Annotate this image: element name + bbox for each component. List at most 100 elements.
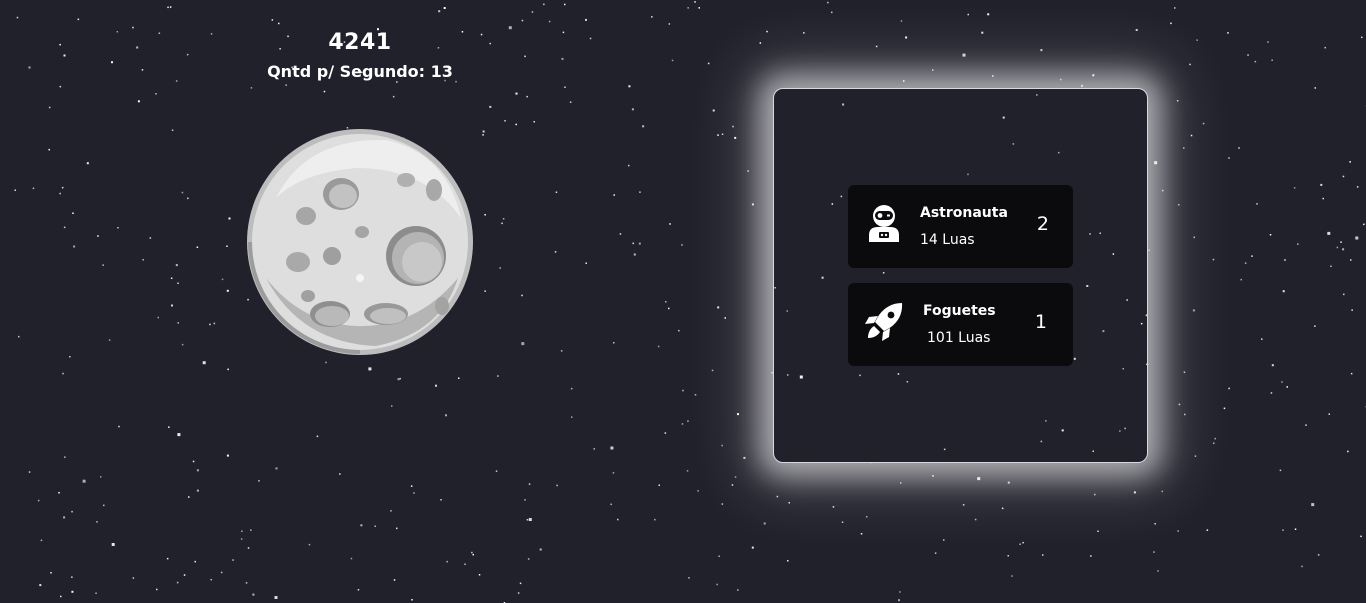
star bbox=[589, 37, 592, 40]
star bbox=[521, 342, 525, 346]
star bbox=[28, 66, 31, 69]
star bbox=[1145, 314, 1147, 317]
star bbox=[100, 476, 102, 478]
star bbox=[882, 272, 885, 274]
star bbox=[308, 543, 311, 546]
star bbox=[177, 282, 179, 284]
star bbox=[678, 329, 680, 332]
star bbox=[1314, 325, 1316, 327]
star bbox=[39, 584, 42, 587]
star bbox=[250, 529, 252, 531]
star bbox=[1140, 322, 1143, 325]
star bbox=[981, 31, 984, 34]
star bbox=[1126, 299, 1128, 301]
star bbox=[1089, 233, 1091, 235]
upgrade-card-astronaut[interactable]: Astronauta 14 Luas 2 bbox=[848, 185, 1073, 268]
star bbox=[707, 62, 710, 65]
star bbox=[196, 489, 199, 492]
star bbox=[1336, 246, 1339, 249]
star bbox=[1042, 554, 1044, 556]
star bbox=[681, 423, 684, 425]
star bbox=[1183, 371, 1186, 373]
star bbox=[774, 287, 776, 289]
star bbox=[438, 10, 441, 13]
star bbox=[743, 456, 746, 459]
star bbox=[360, 524, 363, 527]
star bbox=[1270, 392, 1273, 394]
star bbox=[1282, 290, 1285, 293]
star bbox=[339, 473, 341, 475]
star bbox=[832, 506, 835, 508]
star bbox=[1293, 187, 1296, 189]
star bbox=[71, 576, 73, 578]
star bbox=[831, 203, 834, 205]
star bbox=[1244, 262, 1247, 264]
star bbox=[1286, 386, 1288, 388]
star bbox=[688, 577, 690, 579]
star bbox=[617, 518, 619, 521]
star bbox=[731, 484, 734, 486]
star bbox=[1228, 387, 1230, 390]
star bbox=[906, 381, 909, 383]
star bbox=[899, 591, 901, 593]
upgrade-card-rocket[interactable]: Foguetes 101 Luas 1 bbox=[848, 283, 1073, 366]
star bbox=[1036, 94, 1038, 96]
star bbox=[14, 189, 16, 191]
score-display: 4241 Qntd p/ Segundo: 13 bbox=[230, 28, 490, 82]
star bbox=[840, 195, 843, 198]
star bbox=[1102, 330, 1105, 333]
star bbox=[226, 245, 228, 247]
star bbox=[111, 543, 115, 546]
star bbox=[724, 317, 726, 319]
star bbox=[275, 467, 278, 470]
star bbox=[1183, 147, 1185, 149]
star bbox=[396, 527, 398, 530]
star bbox=[177, 322, 179, 324]
star bbox=[687, 420, 689, 422]
star bbox=[1311, 503, 1315, 507]
star bbox=[1305, 424, 1307, 426]
star bbox=[694, 1, 696, 3]
moon-icon[interactable] bbox=[246, 128, 474, 356]
star bbox=[471, 551, 473, 554]
star bbox=[712, 109, 715, 112]
star bbox=[698, 7, 700, 9]
star bbox=[108, 339, 111, 341]
star bbox=[776, 495, 779, 498]
star bbox=[1022, 541, 1024, 544]
star bbox=[1012, 143, 1015, 145]
star bbox=[58, 492, 60, 494]
star bbox=[1206, 529, 1209, 531]
star bbox=[664, 432, 667, 434]
star bbox=[227, 368, 229, 371]
star bbox=[681, 244, 683, 246]
star bbox=[69, 356, 71, 358]
star bbox=[613, 342, 615, 344]
star bbox=[166, 557, 169, 560]
star bbox=[250, 87, 253, 89]
star bbox=[1092, 74, 1095, 77]
star bbox=[484, 290, 486, 292]
star bbox=[397, 378, 400, 381]
star bbox=[610, 503, 612, 506]
star bbox=[1073, 357, 1076, 360]
star bbox=[158, 32, 161, 34]
star bbox=[827, 1, 829, 4]
star bbox=[374, 525, 376, 527]
star bbox=[188, 496, 190, 498]
star bbox=[1254, 60, 1257, 63]
star bbox=[564, 86, 566, 88]
star bbox=[18, 335, 20, 338]
star bbox=[1133, 491, 1136, 494]
star bbox=[1256, 203, 1258, 205]
star bbox=[717, 306, 720, 309]
star bbox=[763, 522, 766, 525]
star bbox=[1094, 493, 1096, 496]
upgrade-cost: 14 Luas bbox=[920, 232, 975, 248]
star bbox=[1081, 84, 1083, 87]
star bbox=[987, 13, 990, 16]
star bbox=[16, 16, 19, 19]
star bbox=[875, 45, 878, 48]
star bbox=[171, 129, 174, 131]
star bbox=[628, 164, 630, 167]
